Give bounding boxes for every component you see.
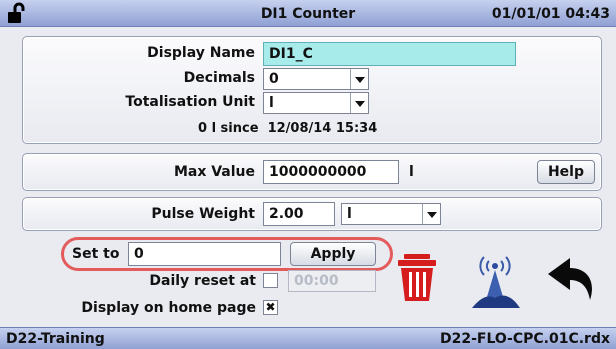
display-name-input[interactable]: DI1_C xyxy=(263,42,516,66)
datetime-display: 01/01/01 04:43 xyxy=(491,6,610,22)
daily-reset-label: Daily reset at xyxy=(149,273,256,289)
daily-reset-time-input[interactable]: 00:00 xyxy=(288,270,376,292)
daily-reset-checkbox[interactable] xyxy=(263,273,278,288)
title-bar: DI1 Counter 01/01/01 04:43 xyxy=(0,0,616,27)
pulse-weight-label: Pulse Weight xyxy=(151,206,255,222)
config-filename: D22-FLO-CPC.01C.rdx xyxy=(439,331,610,347)
max-value-panel: Max Value 1000000000 l Help xyxy=(22,153,602,191)
max-value-label: Max Value xyxy=(173,164,255,180)
totalisation-unit-value: l xyxy=(269,95,274,111)
pulse-weight-unit-value: l xyxy=(347,206,352,222)
total-since-text: 0 l since 12/08/14 15:34 xyxy=(198,121,378,136)
set-to-label: Set to xyxy=(72,246,120,262)
chevron-down-icon xyxy=(350,69,368,89)
totalisation-unit-label: Totalisation Unit xyxy=(125,94,255,110)
apply-button[interactable]: Apply xyxy=(290,242,376,266)
totalisation-unit-select[interactable]: l xyxy=(263,92,369,114)
chevron-down-icon xyxy=(350,93,368,113)
set-to-input[interactable]: 0 xyxy=(128,242,281,266)
radio-tower-icon[interactable] xyxy=(470,252,520,308)
decimals-label: Decimals xyxy=(183,70,255,86)
chevron-down-icon xyxy=(422,204,440,224)
max-value-input[interactable]: 1000000000 xyxy=(263,160,399,184)
status-bar: D22-Training D22-FLO-CPC.01C.rdx xyxy=(0,327,616,349)
decimals-value: 0 xyxy=(269,71,279,87)
help-button[interactable]: Help xyxy=(537,160,595,184)
counter-settings-panel: Display Name DI1_C Decimals 0 Totalisati… xyxy=(22,36,602,144)
site-name: D22-Training xyxy=(6,331,105,347)
display-name-label: Display Name xyxy=(147,45,255,61)
max-value-unit: l xyxy=(409,164,414,180)
home-page-label: Display on home page xyxy=(81,300,256,316)
checkbox-checked-mark: ✖ xyxy=(265,300,276,314)
home-page-checkbox[interactable]: ✖ xyxy=(263,300,278,315)
pulse-weight-unit-select[interactable]: l xyxy=(341,203,441,225)
trash-icon[interactable] xyxy=(398,254,438,302)
pulse-weight-panel: Pulse Weight 2.00 l xyxy=(22,197,602,231)
decimals-select[interactable]: 0 xyxy=(263,68,369,90)
pulse-weight-input[interactable]: 2.00 xyxy=(263,202,335,226)
back-arrow-icon[interactable] xyxy=(548,258,594,302)
